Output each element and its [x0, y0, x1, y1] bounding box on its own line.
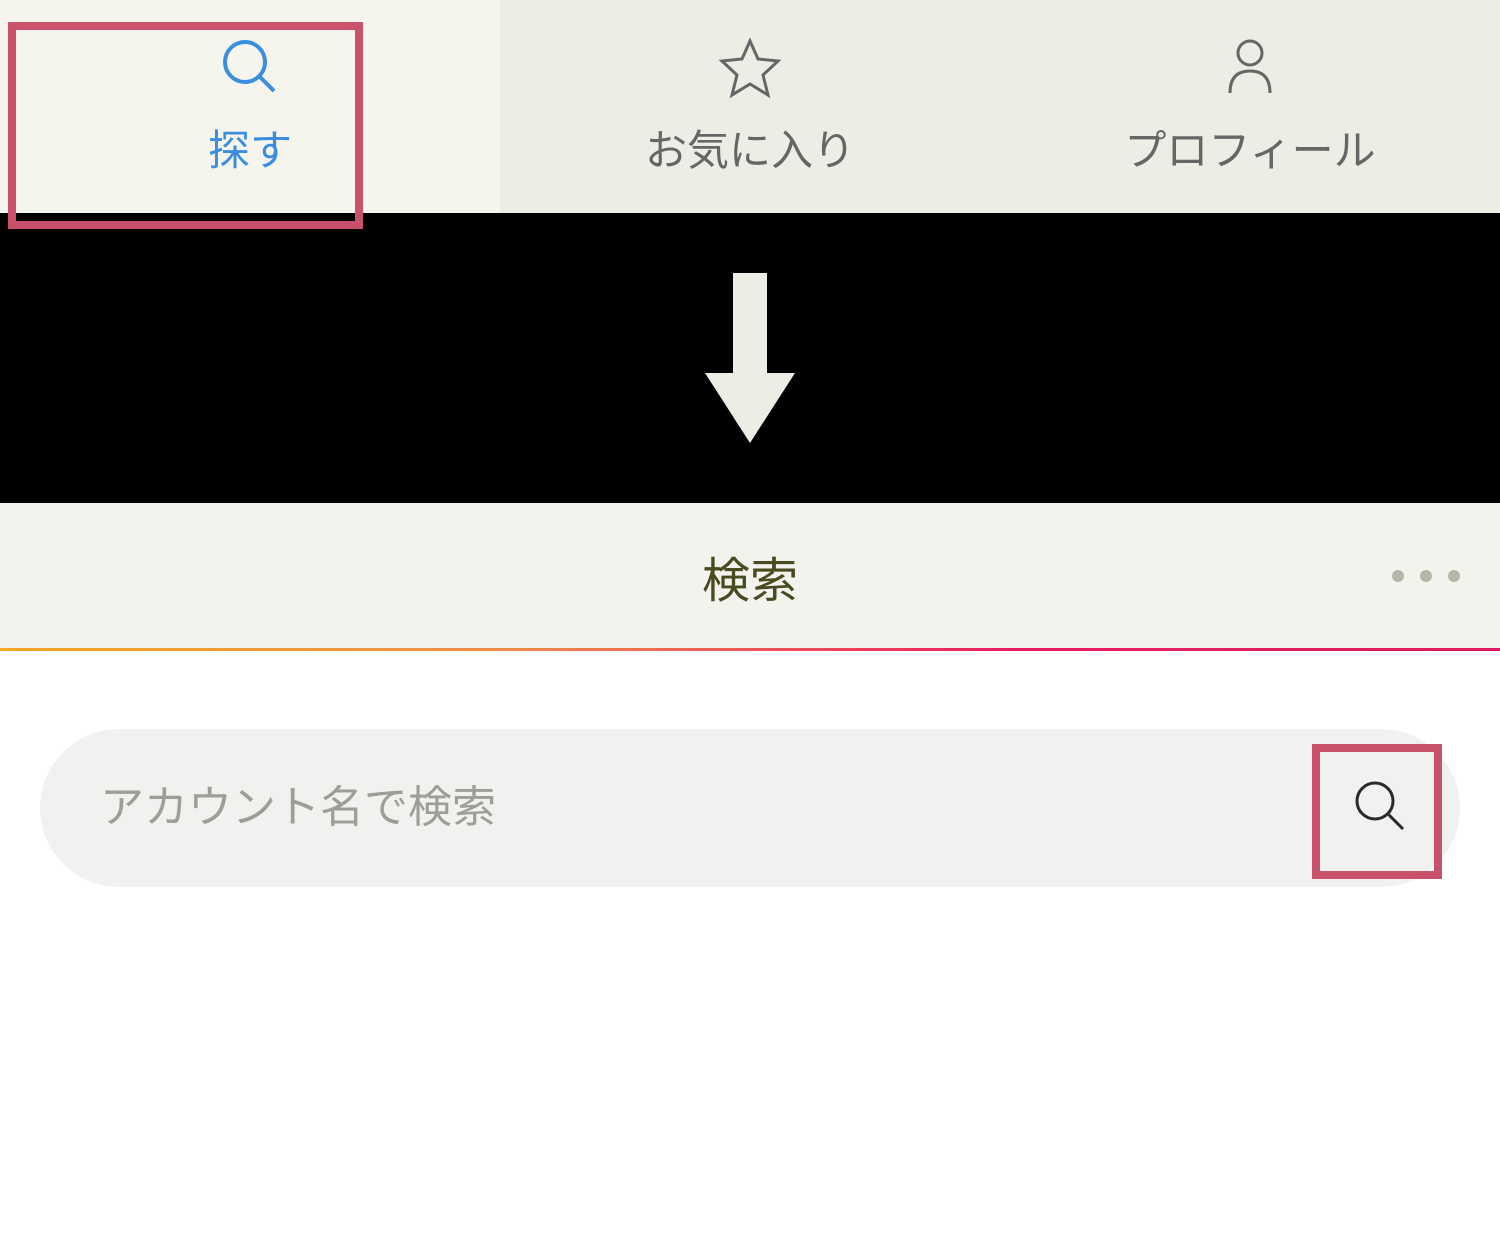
- search-submit-button[interactable]: [1340, 768, 1420, 848]
- more-button[interactable]: [1392, 570, 1460, 582]
- transition-section: [0, 213, 1500, 503]
- star-icon: [718, 35, 782, 99]
- search-input[interactable]: [100, 783, 1340, 833]
- tab-search[interactable]: 探す: [0, 0, 500, 213]
- tab-profile-label: プロフィール: [1124, 117, 1375, 178]
- tab-bar: 探す お気に入り プロフィール: [0, 0, 1500, 213]
- profile-icon: [1218, 35, 1282, 99]
- more-dots-icon: [1448, 570, 1460, 582]
- tab-search-label: 探す: [208, 117, 292, 178]
- search-box: [40, 729, 1460, 887]
- more-dots-icon: [1420, 570, 1432, 582]
- more-dots-icon: [1392, 570, 1404, 582]
- tab-favorites[interactable]: お気に入り: [500, 0, 1000, 213]
- search-icon: [218, 35, 282, 99]
- page-title: 検索: [702, 541, 798, 611]
- header-bar: 検索: [0, 503, 1500, 651]
- search-icon: [1351, 777, 1409, 840]
- tab-profile[interactable]: プロフィール: [1000, 0, 1500, 213]
- down-arrow-icon: [705, 273, 795, 443]
- search-area: [0, 651, 1500, 887]
- tab-favorites-label: お気に入り: [645, 117, 855, 178]
